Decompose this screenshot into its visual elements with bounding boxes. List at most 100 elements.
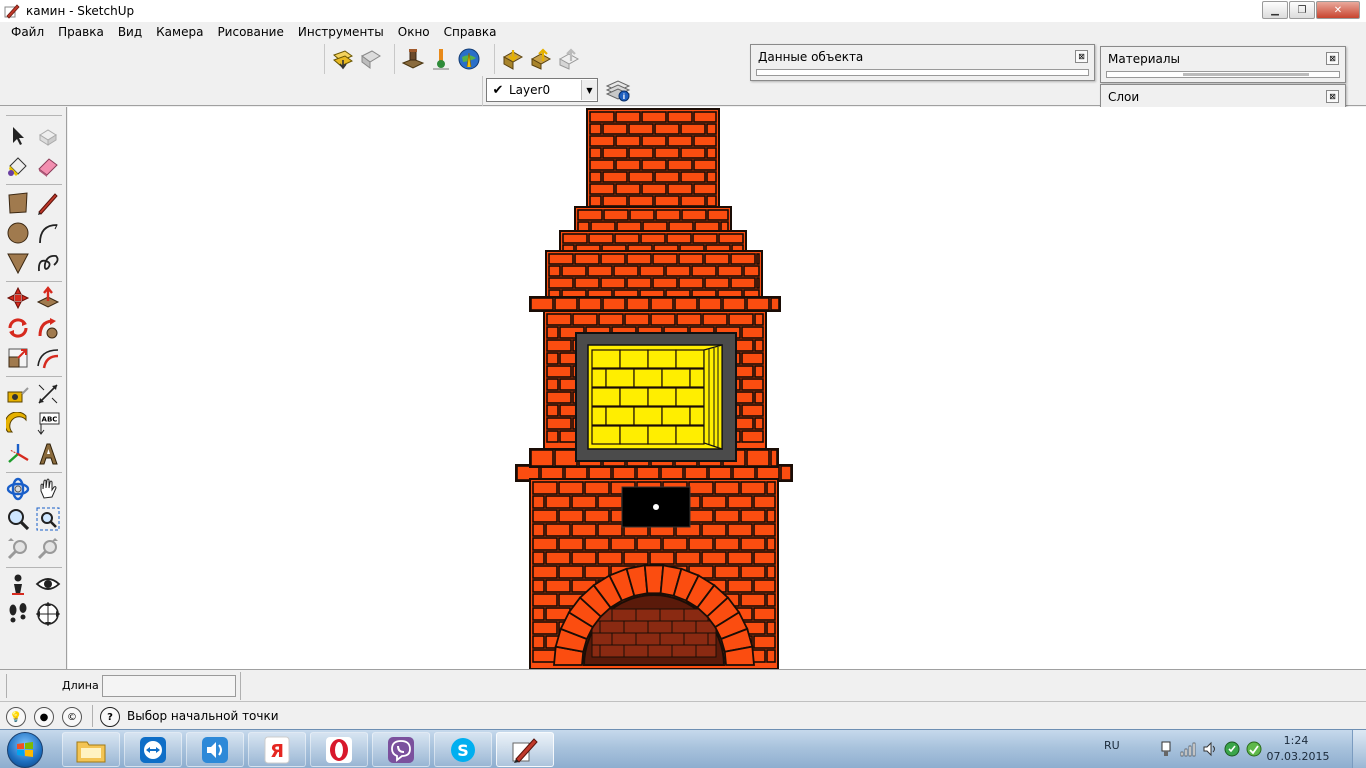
usb-icon[interactable] bbox=[1158, 741, 1174, 757]
tool-rotate[interactable] bbox=[4, 314, 32, 342]
materials-close-icon[interactable]: ⊠ bbox=[1326, 52, 1339, 65]
tape-measure-icon bbox=[7, 387, 29, 403]
menu-help[interactable]: Справка bbox=[437, 22, 504, 42]
tool-freehand[interactable] bbox=[34, 249, 62, 277]
user-icon[interactable]: © bbox=[62, 707, 82, 727]
next-view-icon bbox=[37, 538, 58, 560]
tool-paint-bucket[interactable] bbox=[4, 152, 32, 180]
toolbar-button-from-scratch[interactable] bbox=[357, 45, 385, 73]
tool-pan[interactable] bbox=[34, 475, 62, 503]
tool-zoom-window[interactable] bbox=[34, 505, 62, 533]
speaker-icon bbox=[202, 736, 228, 763]
tool-previous-view[interactable] bbox=[4, 535, 32, 563]
polygon-icon bbox=[7, 253, 29, 275]
opera-icon bbox=[326, 736, 352, 763]
taskbar-explorer[interactable] bbox=[62, 732, 120, 767]
yandex-icon: Я bbox=[264, 736, 290, 763]
taskbar-viber[interactable] bbox=[372, 732, 430, 767]
menu-view[interactable]: Вид bbox=[111, 22, 149, 42]
clock-date[interactable]: 07.03.2015 bbox=[1266, 750, 1330, 763]
tool-select[interactable] bbox=[4, 122, 32, 150]
system-tray: RU 1:24 07.03.2015 bbox=[1096, 730, 1366, 768]
layer-manager-icon: i bbox=[605, 80, 631, 102]
tool-tape-measure[interactable] bbox=[4, 380, 32, 408]
taskbar-media-player[interactable] bbox=[186, 732, 244, 767]
chevron-down-icon[interactable]: ▼ bbox=[581, 80, 597, 100]
taskbar-teamviewer[interactable] bbox=[124, 732, 182, 767]
taskbar-opera[interactable] bbox=[310, 732, 368, 767]
start-button[interactable] bbox=[2, 730, 48, 768]
tool-next-view[interactable] bbox=[34, 535, 62, 563]
drawing-canvas[interactable] bbox=[68, 107, 1366, 669]
layers-close-icon[interactable]: ⊠ bbox=[1326, 90, 1339, 103]
menu-camera[interactable]: Камера bbox=[149, 22, 210, 42]
tool-protractor[interactable] bbox=[4, 410, 32, 438]
entity-info-close-icon[interactable]: ⊠ bbox=[1075, 50, 1088, 63]
menu-file[interactable]: Файл bbox=[4, 22, 51, 42]
geolocation-icon[interactable]: 💡 bbox=[6, 707, 26, 727]
entity-info-panel[interactable]: Данные объекта ⊠ bbox=[750, 44, 1095, 81]
offset-icon bbox=[37, 349, 59, 369]
tool-orbit[interactable] bbox=[4, 475, 32, 503]
toolbar-button-share-component[interactable] bbox=[555, 45, 583, 73]
skype-icon: S bbox=[451, 737, 475, 762]
tool-push-pull[interactable] bbox=[34, 284, 62, 312]
status-bar: 💡 ● © ? Выбор начальной точки bbox=[0, 701, 1366, 729]
tool-3d-text[interactable] bbox=[34, 440, 62, 468]
ash-door-knob bbox=[653, 504, 659, 510]
tool-eraser[interactable] bbox=[34, 152, 62, 180]
toolbar-button-from-contours[interactable] bbox=[329, 45, 357, 73]
help-icon[interactable]: ? bbox=[100, 707, 120, 727]
zoom-window-icon bbox=[36, 507, 60, 531]
layer-dropdown[interactable]: ✔ Layer0 ▼ bbox=[486, 78, 598, 102]
close-button[interactable]: ✕ bbox=[1316, 1, 1360, 19]
tool-offset[interactable] bbox=[34, 344, 62, 372]
tool-dimension[interactable] bbox=[34, 380, 62, 408]
tool-arc[interactable] bbox=[34, 219, 62, 247]
tool-make-component[interactable] bbox=[34, 122, 62, 150]
materials-panel[interactable]: Материалы ⊠ bbox=[1100, 46, 1346, 83]
3d-text-icon bbox=[39, 443, 58, 465]
tool-move[interactable] bbox=[4, 284, 32, 312]
minimize-button[interactable]: ▁ bbox=[1262, 1, 1288, 19]
tool-follow-me[interactable] bbox=[34, 314, 62, 342]
tool-circle[interactable] bbox=[4, 219, 32, 247]
language-indicator[interactable]: RU bbox=[1104, 739, 1120, 752]
tool-zoom[interactable] bbox=[4, 505, 32, 533]
sync-icon[interactable] bbox=[1246, 741, 1262, 757]
taskbar-skype[interactable]: S bbox=[434, 732, 492, 767]
toolbar-button-toggle-terrain[interactable] bbox=[427, 45, 455, 73]
tool-polygon[interactable] bbox=[4, 249, 32, 277]
tool-rectangle[interactable] bbox=[4, 189, 32, 217]
menu-window[interactable]: Окно bbox=[391, 22, 437, 42]
tool-pencil[interactable] bbox=[34, 189, 62, 217]
menu-draw[interactable]: Рисование bbox=[210, 22, 290, 42]
tool-section-plane[interactable] bbox=[34, 600, 62, 628]
volume-icon[interactable] bbox=[1202, 741, 1218, 757]
restore-button[interactable]: ❐ bbox=[1289, 1, 1315, 19]
taskbar-yandex-browser[interactable]: Я bbox=[248, 732, 306, 767]
tool-walk[interactable] bbox=[4, 600, 32, 628]
menu-tools[interactable]: Инструменты bbox=[291, 22, 391, 42]
menu-edit[interactable]: Правка bbox=[51, 22, 111, 42]
toolbar-button-share-model[interactable] bbox=[527, 45, 555, 73]
credits-icon[interactable]: ● bbox=[34, 707, 54, 727]
tool-position-camera[interactable] bbox=[4, 570, 32, 598]
clock-time[interactable]: 1:24 bbox=[1266, 734, 1326, 747]
tool-axes[interactable] bbox=[4, 440, 32, 468]
fireplace-model[interactable] bbox=[68, 107, 1366, 669]
tool-text[interactable]: ABC bbox=[34, 410, 62, 438]
taskbar-sketchup[interactable] bbox=[496, 732, 554, 767]
tool-look-around[interactable] bbox=[34, 570, 62, 598]
layer-manager-button[interactable]: i bbox=[604, 76, 632, 104]
toolbar-button-place-model[interactable] bbox=[455, 45, 483, 73]
show-desktop-button[interactable] bbox=[1352, 730, 1366, 768]
antivirus-icon[interactable] bbox=[1224, 741, 1240, 757]
windows-logo-icon bbox=[7, 731, 43, 768]
tool-scale[interactable] bbox=[4, 344, 32, 372]
toolbar-button-get-models[interactable] bbox=[499, 45, 527, 73]
google-earth-icon bbox=[458, 48, 480, 70]
toolbar-button-get-current-view[interactable] bbox=[399, 45, 427, 73]
network-icon[interactable] bbox=[1180, 741, 1196, 757]
measurements-input[interactable] bbox=[102, 675, 236, 697]
